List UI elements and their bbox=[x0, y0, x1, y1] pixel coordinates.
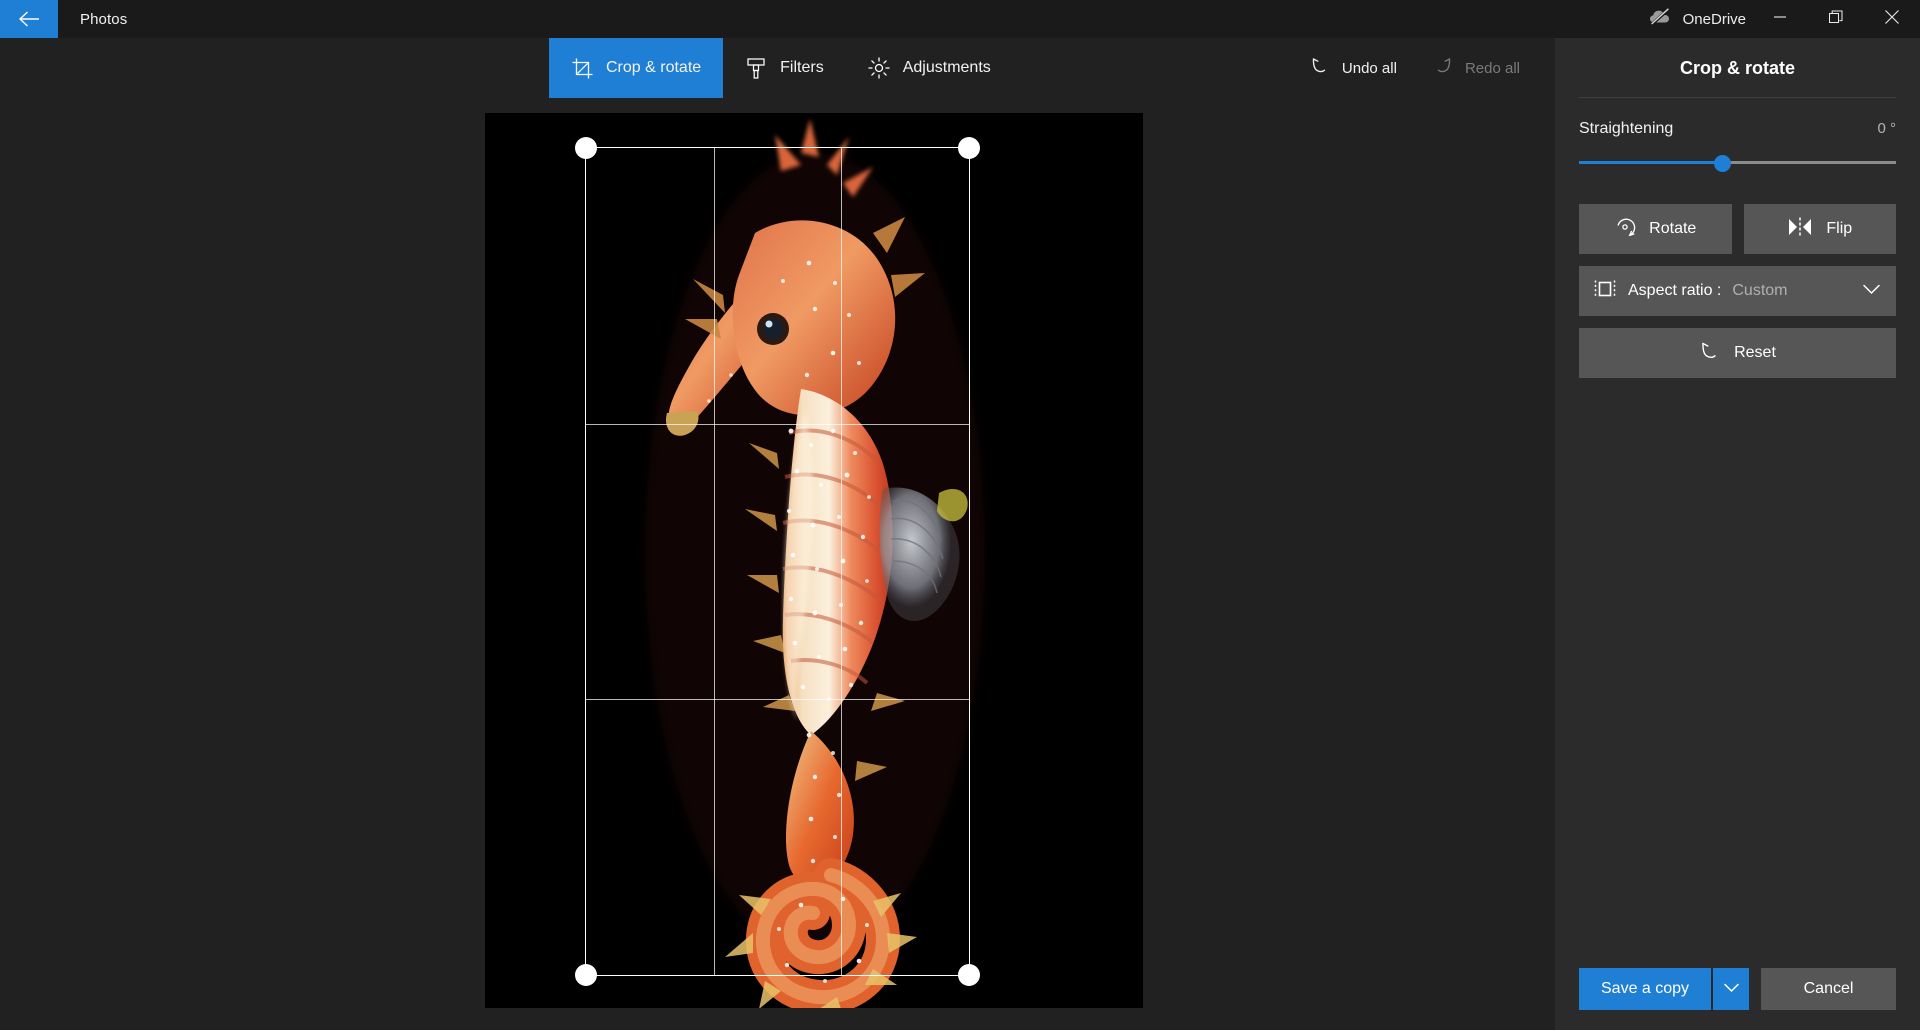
close-button[interactable] bbox=[1864, 0, 1920, 38]
straightening-value: 0 ° bbox=[1877, 120, 1896, 137]
photos-editor-window: Photos OneDrive Crop & rotate Filters Ad… bbox=[0, 0, 1920, 1030]
cancel-button[interactable]: Cancel bbox=[1761, 968, 1896, 1010]
reset-undo-icon bbox=[1699, 340, 1721, 367]
slider-thumb[interactable] bbox=[1713, 155, 1731, 172]
slider-fill bbox=[1579, 161, 1722, 164]
back-button[interactable] bbox=[0, 0, 58, 38]
flip-button-label: Flip bbox=[1826, 220, 1853, 237]
rotate-button[interactable]: Rotate bbox=[1579, 204, 1732, 254]
redo-all-button[interactable]: Redo all bbox=[1415, 38, 1538, 98]
panel-divider bbox=[1579, 97, 1896, 98]
crop-handle-bottom-right[interactable] bbox=[958, 964, 980, 986]
crop-grid-line-horizontal-1 bbox=[586, 423, 969, 425]
crop-grid-line-vertical-1 bbox=[713, 148, 715, 975]
arrow-left-icon bbox=[18, 10, 40, 28]
flip-icon bbox=[1787, 217, 1813, 242]
redo-icon bbox=[1433, 56, 1453, 80]
crop-handle-top-left[interactable] bbox=[575, 137, 597, 159]
restore-button[interactable] bbox=[1808, 0, 1864, 38]
crop-grid-line-horizontal-2 bbox=[586, 699, 969, 701]
close-icon bbox=[1885, 9, 1899, 29]
reset-button[interactable]: Reset bbox=[1579, 328, 1896, 378]
aspect-ratio-icon bbox=[1593, 279, 1617, 304]
aspect-ratio-button[interactable]: Aspect ratio : Custom bbox=[1579, 266, 1896, 316]
panel-footer: Save a copy Cancel bbox=[1579, 968, 1896, 1010]
tab-filters[interactable]: Filters bbox=[723, 38, 846, 98]
crop-grid-line-vertical-2 bbox=[841, 148, 843, 975]
panel-title: Crop & rotate bbox=[1679, 58, 1795, 78]
image-canvas[interactable] bbox=[485, 113, 1143, 1008]
restore-icon bbox=[1828, 9, 1843, 29]
titlebar-spacer bbox=[127, 0, 1638, 38]
crop-icon bbox=[571, 57, 593, 79]
cloud-paused-icon bbox=[1649, 7, 1673, 31]
toolbar-history-actions: Undo all Redo all bbox=[1292, 38, 1556, 98]
chevron-down-icon bbox=[1863, 282, 1880, 300]
undo-all-button[interactable]: Undo all bbox=[1292, 38, 1415, 98]
onedrive-label: OneDrive bbox=[1682, 10, 1746, 28]
rotate-button-label: Rotate bbox=[1649, 220, 1697, 237]
save-a-copy-button[interactable]: Save a copy bbox=[1579, 968, 1712, 1010]
chevron-down-icon bbox=[1723, 980, 1739, 998]
straightening-row: Straightening 0 ° bbox=[1579, 120, 1896, 138]
tab-adjustments[interactable]: Adjustments bbox=[846, 38, 1013, 98]
editor-toolbar: Crop & rotate Filters Adjustments Undo a… bbox=[0, 38, 1556, 98]
crop-rotate-panel: Crop & rotate Straightening 0 ° Rotate F… bbox=[1555, 38, 1920, 1030]
reset-button-label: Reset bbox=[1734, 344, 1776, 361]
rotate-flip-row: Rotate Flip bbox=[1579, 204, 1896, 254]
rotate-icon bbox=[1614, 216, 1636, 243]
save-options-dropdown-button[interactable] bbox=[1713, 968, 1750, 1010]
straightening-slider[interactable] bbox=[1579, 148, 1896, 178]
tab-crop-and-rotate[interactable]: Crop & rotate bbox=[549, 38, 724, 98]
brightness-icon bbox=[868, 57, 890, 79]
crop-handle-top-right[interactable] bbox=[958, 137, 980, 159]
app-title: Photos bbox=[80, 10, 128, 28]
editor-tabs: Crop & rotate Filters Adjustments bbox=[549, 38, 1013, 98]
minimize-button[interactable] bbox=[1752, 0, 1808, 38]
crop-handle-bottom-left[interactable] bbox=[575, 964, 597, 986]
tab-adjustments-label: Adjustments bbox=[902, 59, 991, 76]
aspect-ratio-value: Custom bbox=[1732, 282, 1788, 299]
tab-crop-and-rotate-label: Crop & rotate bbox=[606, 59, 702, 76]
straightening-label: Straightening bbox=[1579, 120, 1674, 137]
panel-body: Straightening 0 ° Rotate Flip Aspect rat… bbox=[1555, 120, 1920, 378]
redo-all-label: Redo all bbox=[1464, 59, 1520, 77]
undo-all-label: Undo all bbox=[1341, 59, 1397, 77]
minimize-icon bbox=[1774, 10, 1786, 28]
flip-button[interactable]: Flip bbox=[1743, 204, 1896, 254]
tab-filters-label: Filters bbox=[780, 59, 824, 76]
title-bar: Photos OneDrive bbox=[0, 0, 1920, 38]
filter-brush-icon bbox=[745, 57, 767, 79]
undo-icon bbox=[1310, 56, 1330, 80]
window-controls bbox=[1752, 0, 1920, 38]
crop-box[interactable] bbox=[575, 137, 980, 986]
save-a-copy-split-button: Save a copy bbox=[1579, 968, 1750, 1010]
onedrive-status-button[interactable]: OneDrive bbox=[1639, 0, 1752, 38]
aspect-ratio-label: Aspect ratio : bbox=[1628, 282, 1722, 299]
